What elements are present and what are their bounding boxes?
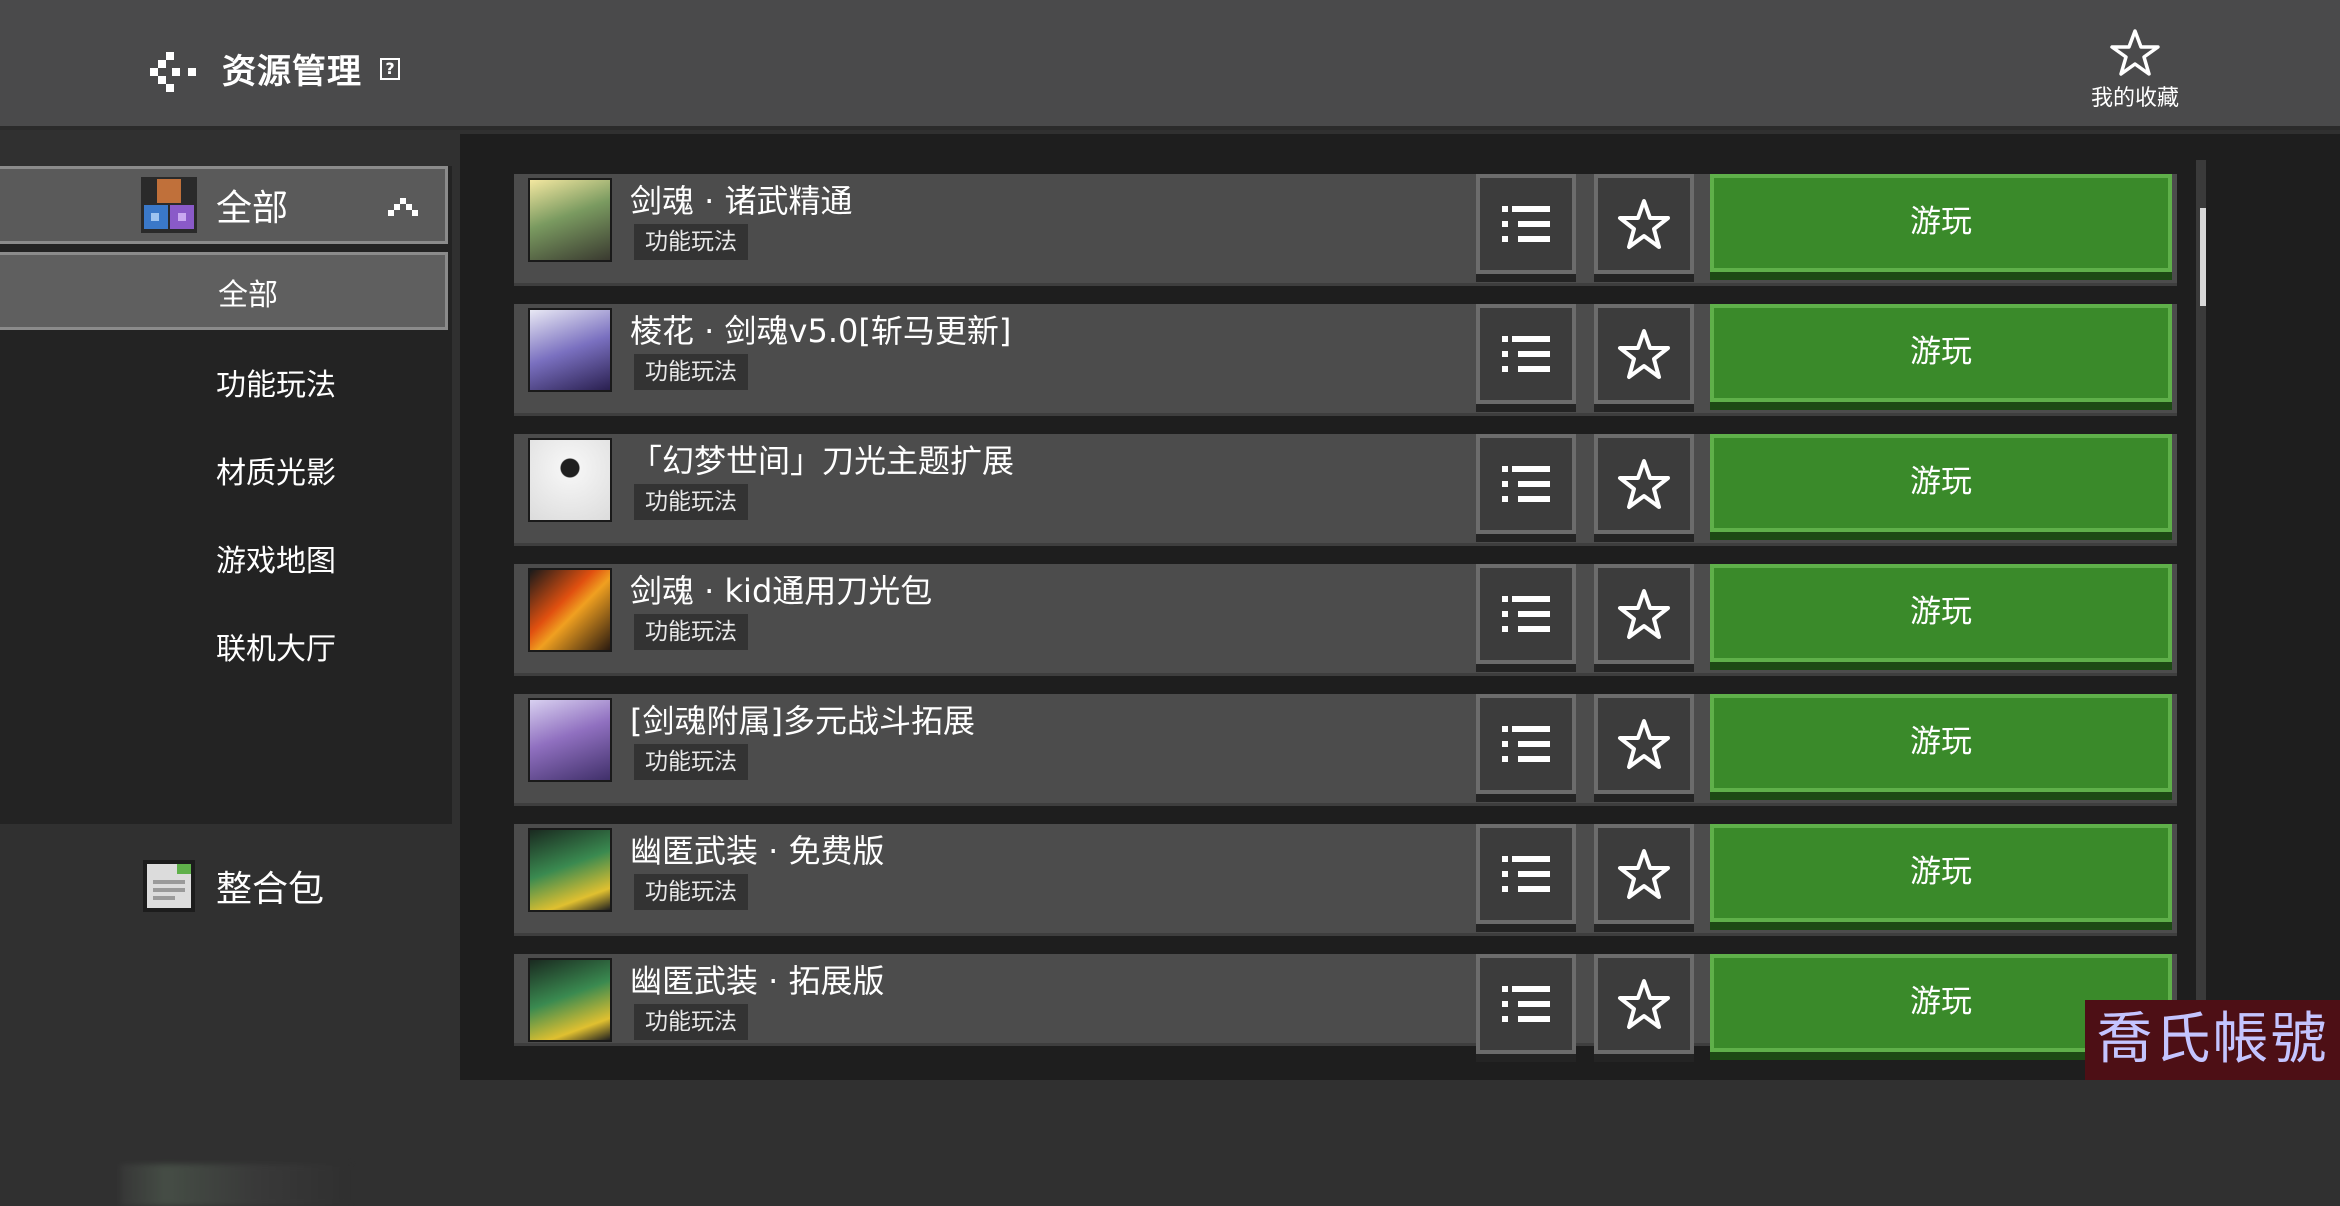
favorite-button[interactable] — [1594, 824, 1694, 924]
star-icon — [1618, 719, 1670, 769]
list-details-icon — [1502, 206, 1550, 242]
resource-thumbnail — [528, 178, 612, 262]
star-icon — [1618, 589, 1670, 639]
subcategory-label: 游戏地图 — [216, 544, 336, 579]
resource-title: [剑魂附属]多元战斗拓展 — [630, 702, 975, 740]
subcategory-label: 全部 — [218, 278, 278, 313]
resource-tag: 功能玩法 — [634, 1004, 748, 1040]
star-icon — [1618, 979, 1670, 1029]
category-all-icon — [141, 177, 197, 233]
resource-row[interactable]: 「幻梦世间」刀光主题扩展 功能玩法 游玩 — [514, 434, 2177, 546]
resource-row[interactable]: 剑魂 · kid通用刀光包 功能玩法 游玩 — [514, 564, 2177, 676]
star-icon — [1618, 199, 1670, 249]
collapse-chevron-icon[interactable] — [388, 196, 422, 216]
details-button[interactable] — [1476, 954, 1576, 1054]
resource-row[interactable]: 剑魂 · 诸武精通 功能玩法 游玩 — [514, 174, 2177, 286]
resource-row[interactable]: 棱花 · 剑魂v5.0[斩马更新] 功能玩法 游玩 — [514, 304, 2177, 416]
resource-thumbnail — [528, 828, 612, 912]
resource-tag: 功能玩法 — [634, 484, 748, 520]
subcategory-item-maps[interactable]: 游戏地图 — [0, 518, 452, 596]
list-details-icon — [1502, 336, 1550, 372]
details-button[interactable] — [1476, 564, 1576, 664]
favorite-button[interactable] — [1594, 694, 1694, 794]
subcategory-label: 联机大厅 — [216, 632, 336, 667]
resource-thumbnail — [528, 958, 612, 1042]
back-arrow-icon[interactable] — [150, 50, 200, 94]
account-watermark: 喬氏帳號 — [2085, 1000, 2340, 1080]
resource-tag: 功能玩法 — [634, 744, 748, 780]
star-icon — [1618, 849, 1670, 899]
subcategory-item-gameplay[interactable]: 功能玩法 — [0, 342, 452, 420]
resource-row[interactable]: 幽匿武装 · 拓展版 功能玩法 游玩 — [514, 954, 2177, 1054]
star-icon — [2110, 29, 2160, 76]
resource-row[interactable]: [剑魂附属]多元战斗拓展 功能玩法 游玩 — [514, 694, 2177, 806]
resource-row[interactable]: 幽匿武装 · 免费版 功能玩法 游玩 — [514, 824, 2177, 936]
scrollbar-thumb[interactable] — [2200, 208, 2206, 306]
play-button[interactable]: 游玩 — [1710, 694, 2172, 792]
star-icon — [1618, 329, 1670, 379]
resource-title: 剑魂 · 诸武精通 — [630, 182, 853, 220]
resource-thumbnail — [528, 698, 612, 782]
favorite-button[interactable] — [1594, 434, 1694, 534]
resource-title: 「幻梦世间」刀光主题扩展 — [630, 442, 1015, 480]
my-favorites-button[interactable]: 我的收藏 — [2080, 28, 2190, 112]
resource-thumbnail — [528, 308, 612, 392]
category-sidebar: 全部 全部 功能玩法 材质光影 游戏地图 联机大厅 整合包 — [0, 134, 452, 1206]
top-bar: 资源管理 ? 我的收藏 — [0, 0, 2340, 130]
subcategory-item-multiplayer[interactable]: 联机大厅 — [0, 606, 452, 684]
resource-tag: 功能玩法 — [634, 614, 748, 650]
favorite-button[interactable] — [1594, 564, 1694, 664]
play-button[interactable]: 游玩 — [1710, 174, 2172, 272]
list-details-icon — [1502, 466, 1550, 502]
play-button[interactable]: 游玩 — [1710, 304, 2172, 402]
resource-tag: 功能玩法 — [634, 354, 748, 390]
category-all-label: 全部 — [216, 188, 289, 229]
resource-thumbnail — [528, 438, 612, 522]
modpack-icon — [143, 860, 195, 912]
favorite-button[interactable] — [1594, 954, 1694, 1054]
subcategory-item-textures[interactable]: 材质光影 — [0, 430, 452, 508]
category-modpack-label[interactable]: 整合包 — [216, 860, 324, 912]
list-details-icon — [1502, 986, 1550, 1022]
resource-title: 剑魂 · kid通用刀光包 — [630, 572, 933, 610]
list-details-icon — [1502, 726, 1550, 762]
details-button[interactable] — [1476, 304, 1576, 404]
list-details-icon — [1502, 596, 1550, 632]
resource-tag: 功能玩法 — [634, 224, 748, 260]
subcategory-label: 功能玩法 — [216, 368, 336, 403]
help-icon[interactable]: ? — [380, 58, 400, 80]
subcategory-item-all[interactable]: 全部 — [0, 252, 448, 330]
resource-thumbnail — [528, 568, 612, 652]
play-button[interactable]: 游玩 — [1710, 434, 2172, 532]
list-details-icon — [1502, 856, 1550, 892]
subcategory-label: 材质光影 — [216, 456, 336, 491]
my-favorites-label: 我的收藏 — [2090, 86, 2179, 111]
resource-tag: 功能玩法 — [634, 874, 748, 910]
details-button[interactable] — [1476, 824, 1576, 924]
details-button[interactable] — [1476, 434, 1576, 534]
star-icon — [1618, 459, 1670, 509]
blurred-footer — [120, 1164, 350, 1206]
favorite-button[interactable] — [1594, 174, 1694, 274]
resource-title: 幽匿武装 · 拓展版 — [630, 962, 885, 1000]
favorite-button[interactable] — [1594, 304, 1694, 404]
play-button[interactable]: 游玩 — [1710, 824, 2172, 922]
resource-title: 棱花 · 剑魂v5.0[斩马更新] — [630, 312, 1012, 350]
details-button[interactable] — [1476, 694, 1576, 794]
play-button[interactable]: 游玩 — [1710, 564, 2172, 662]
page-title: 资源管理 — [222, 52, 362, 92]
resource-title: 幽匿武装 · 免费版 — [630, 832, 885, 870]
details-button[interactable] — [1476, 174, 1576, 274]
